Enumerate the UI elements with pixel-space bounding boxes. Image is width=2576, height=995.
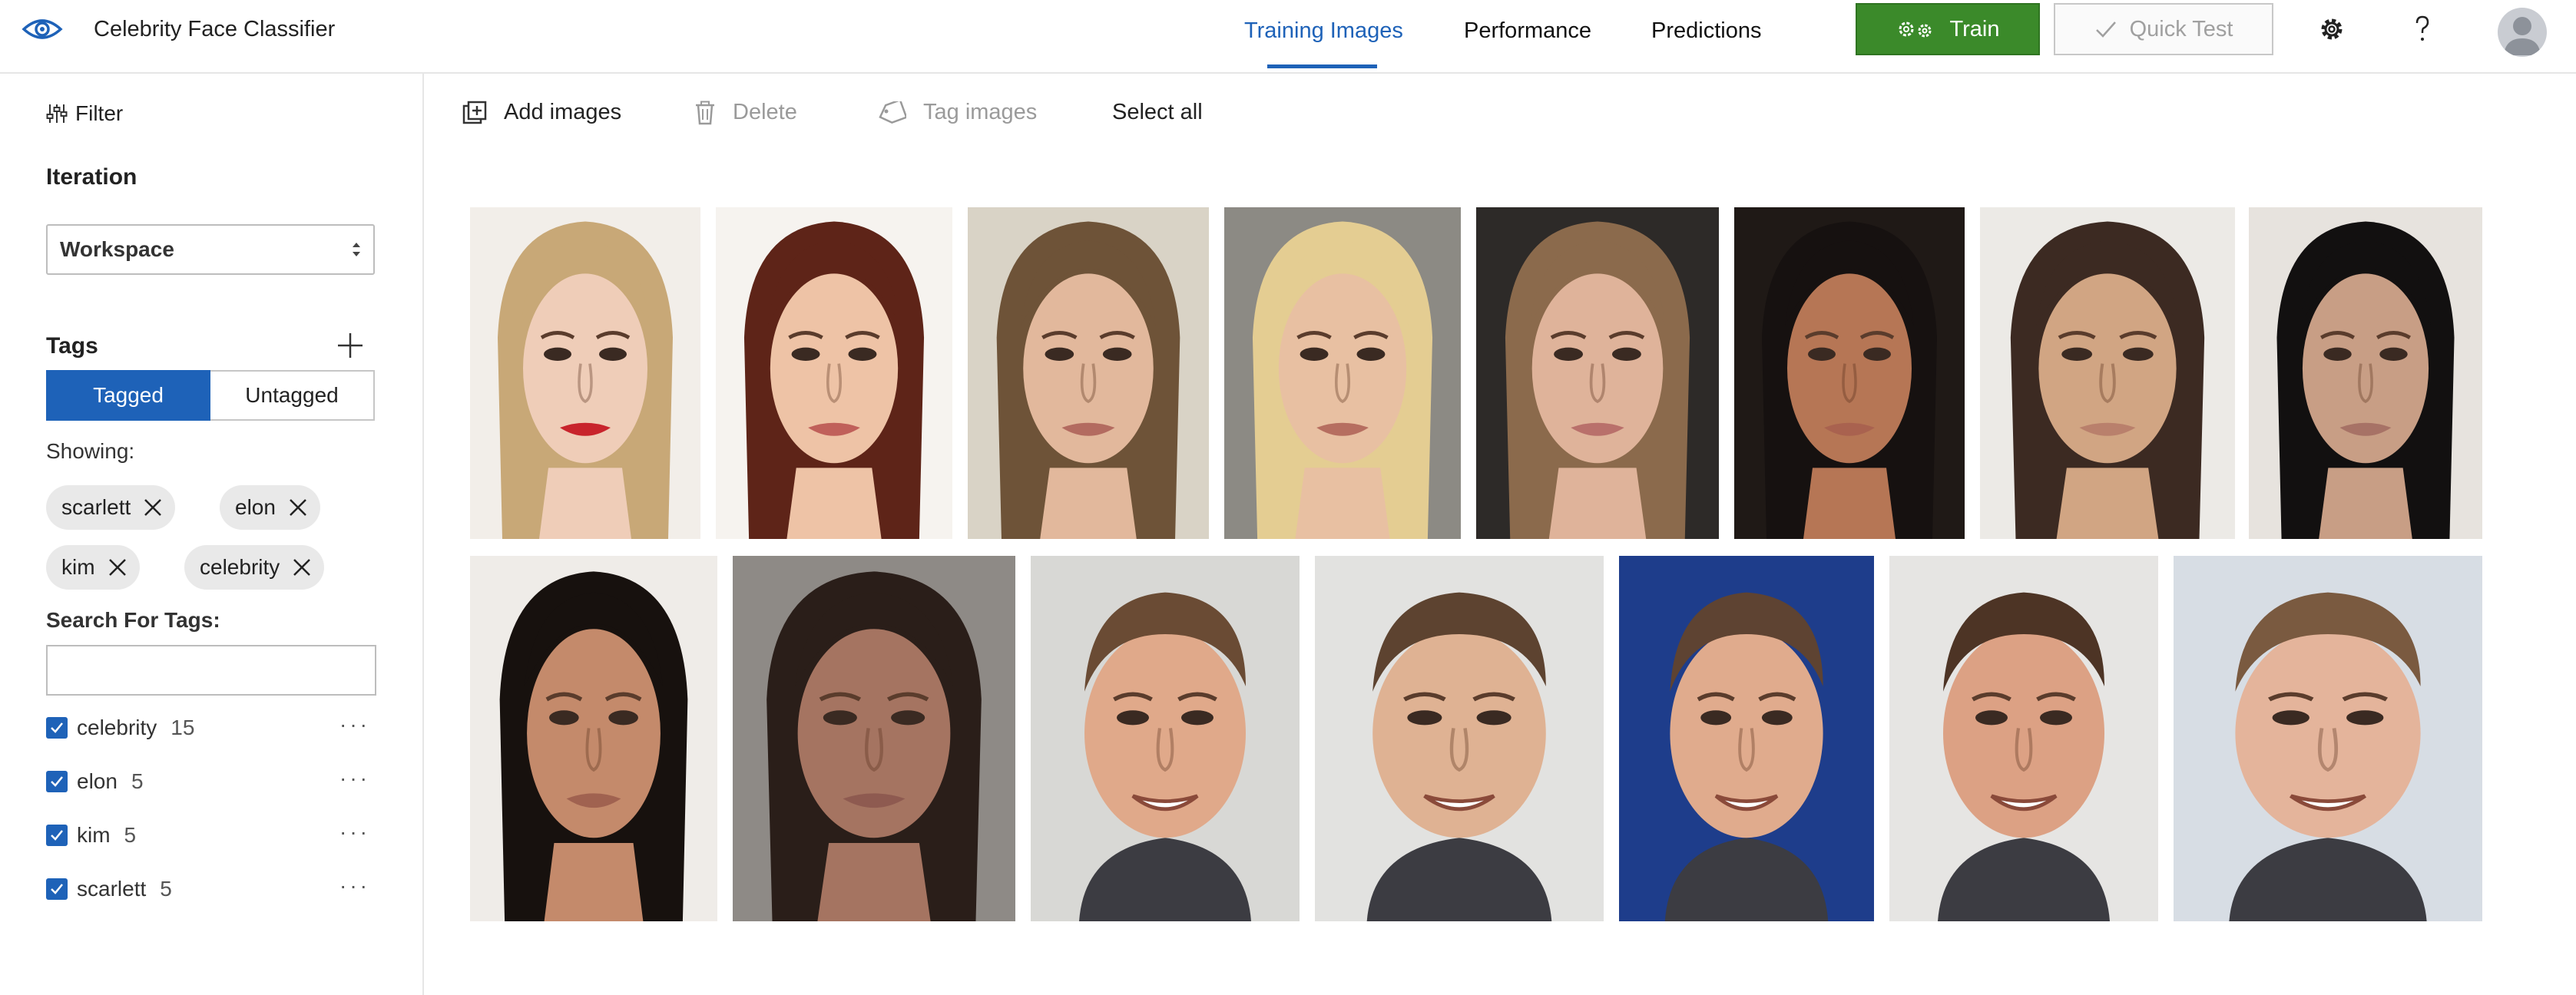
tag-row-kim: kim 5 ··· [46, 820, 376, 851]
iteration-heading: Iteration [46, 164, 137, 190]
checkbox-checked-icon[interactable] [46, 717, 68, 739]
tag-row-scarlett: scarlett 5 ··· [46, 874, 376, 904]
user-silhouette-icon [2504, 17, 2541, 55]
more-options-icon[interactable]: ··· [339, 820, 370, 845]
eye-logo-icon[interactable] [22, 14, 63, 45]
image-thumbnail-elon-2[interactable] [1315, 556, 1604, 921]
search-tags-label: Search For Tags: [46, 608, 220, 632]
close-icon[interactable] [276, 485, 320, 530]
tag-count: 5 [131, 769, 144, 793]
search-tags-input[interactable] [46, 645, 376, 696]
image-thumbnail-scarlett-4[interactable] [1224, 207, 1461, 539]
image-thumbnail-elon-5[interactable] [2174, 556, 2482, 921]
tag-icon [879, 101, 906, 124]
tag-images-button[interactable]: Tag images [877, 100, 1037, 125]
image-thumbnail-kim-2[interactable] [1980, 207, 2235, 539]
more-options-icon[interactable]: ··· [339, 766, 370, 791]
checkmark-icon [2095, 21, 2116, 38]
add-tag-plus-icon[interactable] [336, 332, 364, 359]
filter-toggle[interactable]: Filter [46, 101, 123, 126]
checkbox-checked-icon[interactable] [46, 825, 68, 846]
tag-count: 15 [171, 716, 195, 739]
close-icon[interactable] [95, 545, 140, 590]
quick-test-label: Quick Test [2129, 16, 2233, 41]
filter-sliders-icon [46, 104, 68, 123]
add-images-icon [462, 101, 487, 124]
train-button[interactable]: Train [1856, 3, 2040, 55]
app-title: Celebrity Face Classifier [94, 17, 336, 41]
image-thumbnail-kim-5[interactable] [733, 556, 1015, 921]
chip-label: elon [235, 495, 276, 519]
image-thumbnail-elon-4[interactable] [1889, 556, 2158, 921]
iteration-select[interactable]: Workspace [46, 224, 375, 275]
tag-name: elon [77, 769, 118, 793]
untagged-toggle[interactable]: Untagged [210, 370, 375, 421]
image-thumbnail-scarlett-2[interactable] [716, 207, 952, 539]
tag-row-elon: elon 5 ··· [46, 766, 376, 797]
select-all-button[interactable]: Select all [1112, 100, 1203, 125]
tag-row-celebrity: celebrity 15 ··· [46, 712, 376, 743]
delete-button[interactable]: Delete [694, 100, 797, 125]
add-images-label: Add images [504, 100, 622, 124]
tag-name: kim [77, 823, 111, 847]
tagged-toggle[interactable]: Tagged [46, 370, 210, 421]
chip-kim: kim [46, 545, 140, 590]
tag-count: 5 [160, 877, 172, 901]
help-icon[interactable] [2407, 14, 2438, 45]
sidebar: Filter Iteration Workspace Tags Tagged U… [0, 74, 424, 995]
image-thumbnail-kim-1[interactable] [1734, 207, 1965, 539]
image-thumbnail-kim-4[interactable] [470, 556, 717, 921]
chip-elon: elon [220, 485, 320, 530]
gears-icon [1899, 21, 1931, 38]
image-thumbnail-kim-3[interactable] [2249, 207, 2482, 539]
chip-label: celebrity [200, 555, 280, 579]
iteration-value: Workspace [60, 237, 174, 261]
avatar[interactable] [2498, 8, 2547, 57]
more-options-icon[interactable]: ··· [339, 712, 370, 737]
tag-count: 5 [124, 823, 137, 847]
more-options-icon[interactable]: ··· [339, 874, 370, 898]
showing-label: Showing: [46, 439, 135, 463]
image-thumbnail-elon-1[interactable] [1031, 556, 1300, 921]
tab-predictions[interactable]: Predictions [1651, 18, 1761, 44]
image-thumbnail-elon-3[interactable] [1619, 556, 1874, 921]
add-images-button[interactable]: Add images [462, 100, 621, 125]
quick-test-button[interactable]: Quick Test [2054, 3, 2273, 55]
filter-label: Filter [75, 101, 124, 125]
chip-label: scarlett [61, 495, 131, 519]
tag-images-label: Tag images [923, 100, 1038, 124]
checkbox-checked-icon[interactable] [46, 771, 68, 792]
image-thumbnail-scarlett-1[interactable] [470, 207, 700, 539]
select-arrows-icon [353, 243, 360, 256]
tag-name: scarlett [77, 877, 147, 901]
close-icon[interactable] [280, 545, 324, 590]
chip-scarlett: scarlett [46, 485, 176, 530]
checkbox-checked-icon[interactable] [46, 878, 68, 900]
close-icon[interactable] [131, 485, 175, 530]
chip-label: kim [61, 555, 95, 579]
tag-name: celebrity [77, 716, 157, 739]
select-all-label: Select all [1112, 100, 1203, 124]
image-thumbnail-scarlett-3[interactable] [968, 207, 1209, 539]
image-thumbnail-scarlett-5[interactable] [1476, 207, 1719, 539]
gear-icon[interactable] [2316, 14, 2347, 45]
chip-celebrity: celebrity [184, 545, 325, 590]
trash-icon [696, 101, 714, 124]
delete-label: Delete [733, 100, 797, 124]
tab-training-images[interactable]: Training Images [1244, 18, 1403, 44]
tab-performance[interactable]: Performance [1464, 18, 1591, 44]
top-bar: Celebrity Face Classifier Training Image… [0, 0, 2576, 74]
train-label: Train [1949, 16, 2000, 41]
active-tab-indicator [1267, 64, 1377, 68]
tags-heading: Tags [46, 333, 98, 359]
